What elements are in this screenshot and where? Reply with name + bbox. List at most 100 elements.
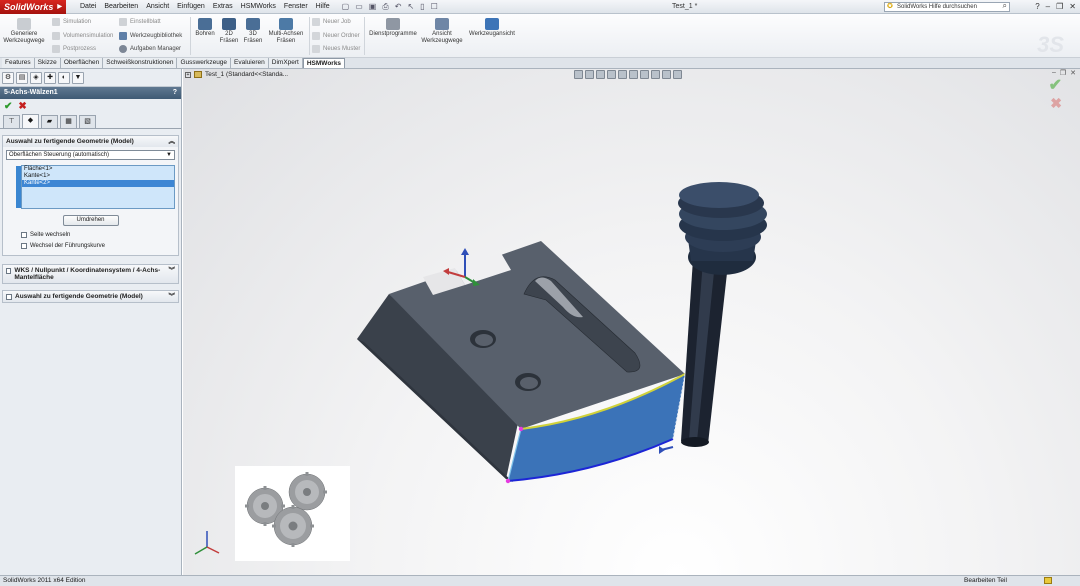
tab-evaluate[interactable]: Evaluieren [231, 58, 269, 68]
list-item[interactable]: Kante<1> [22, 173, 174, 180]
ok-check-icon[interactable]: ✔ [4, 101, 12, 112]
wcs-group-header[interactable]: WKS / Nullpunkt / Koordinatensystem / 4-… [3, 265, 178, 283]
milling-2d-button[interactable]: 2D Fräsen [218, 18, 240, 45]
feature-tree-icon[interactable]: ⚙ [2, 71, 14, 84]
drill-icon [198, 18, 212, 30]
expand-icon[interactable]: ︾ [169, 267, 176, 281]
milling-tool[interactable] [678, 182, 767, 447]
options-icon[interactable]: ☐ [431, 2, 438, 12]
tool-view-icon [485, 18, 499, 30]
checkbox[interactable] [21, 243, 27, 249]
simulation-label: Simulation [63, 19, 92, 25]
save-icon[interactable]: ▣ [369, 2, 377, 12]
tab-sketch[interactable]: Skizze [34, 58, 61, 68]
tool-tab-icon[interactable]: ⊤ [3, 115, 20, 128]
selection-listbox[interactable]: Fläche<1> Kante<1> Kante<2> [16, 165, 175, 209]
arrow-head-icon [659, 446, 665, 454]
menu-view[interactable]: Ansicht [142, 0, 173, 14]
tab-hsmworks[interactable]: HSMWorks [302, 58, 346, 68]
minimize-icon[interactable]: – [1046, 0, 1050, 14]
list-item[interactable]: Fläche<1> [22, 166, 174, 173]
passes-tab-icon[interactable]: ▦ [60, 115, 77, 128]
tool-view-button[interactable]: Werkzeugansicht [466, 18, 518, 38]
menu-tools[interactable]: Extras [209, 0, 237, 14]
workpiece-model[interactable] [357, 241, 686, 484]
expand-icon[interactable]: ︾ [169, 293, 176, 300]
configuration-manager-icon[interactable]: ◈ [30, 71, 42, 84]
property-manager-icon[interactable]: ▤ [16, 71, 28, 84]
geometry-tab-icon[interactable]: ◆ [22, 114, 39, 128]
new-folder-button[interactable]: Neuer Ordner [312, 32, 360, 40]
heights-tab-icon[interactable]: ▰ [41, 115, 58, 128]
undo-icon[interactable]: ↶ [395, 2, 402, 12]
select-icon[interactable]: ↖ [407, 2, 414, 12]
new-pattern-label: Neues Muster [323, 46, 361, 52]
menu-help[interactable]: Hilfe [312, 0, 334, 14]
linking-tab-icon[interactable]: ▧ [79, 115, 96, 128]
task-manager-button[interactable]: Aufgaben Manager [119, 45, 181, 53]
generate-toolpaths-button[interactable]: Generiere Werkzeugwege [2, 18, 46, 45]
help-search-input[interactable]: ✪ SolidWorks Hilfe durchsuchen ⌕ [884, 2, 1010, 12]
checkbox[interactable] [6, 268, 12, 274]
cancel-x-icon[interactable]: ✖ [18, 101, 26, 112]
display-manager-icon[interactable]: ◐ [58, 71, 70, 84]
hole-1-inner [475, 334, 493, 346]
tab-mold-tools[interactable]: Gusswerkzeuge [177, 58, 232, 68]
search-icon[interactable]: ⌕ [1003, 2, 1007, 10]
menu-hsmworks[interactable]: HSMWorks [237, 0, 280, 14]
reverse-button[interactable]: Umdrehen [62, 215, 119, 226]
close-icon[interactable]: ✕ [1069, 0, 1076, 14]
tool-library-icon [119, 32, 127, 40]
help-icon[interactable]: ? [173, 87, 177, 99]
postprocess-button[interactable]: Postprozess [52, 45, 96, 53]
drilling-button[interactable]: Bohren [194, 18, 216, 38]
ref-y-axis [194, 546, 208, 555]
geometry2-group-header[interactable]: Auswahl zu fertigende Geometrie (Model) … [3, 291, 178, 302]
utilities-button[interactable]: Dienstprogramme [367, 18, 419, 38]
surface-control-dropdown[interactable]: Oberflächen Steuerung (automatisch) ▼ [6, 150, 175, 160]
tab-weldments[interactable]: Schweißkonstruktionen [103, 58, 178, 68]
restore-icon[interactable]: ❐ [1056, 0, 1063, 14]
help-menu-icon[interactable]: ? [1035, 0, 1039, 14]
solidworks-logo[interactable]: SolidWorks ▶ [0, 0, 66, 14]
checkbox[interactable] [6, 294, 12, 300]
switch-guide-label: Wechsel der Führungskurve [30, 243, 105, 249]
geometry-group-header[interactable]: Auswahl zu fertigende Geometrie (Model) … [3, 136, 178, 147]
milling-3d-button[interactable]: 3D Fräsen [242, 18, 264, 45]
tab-surfaces[interactable]: Oberflächen [60, 58, 104, 68]
open-icon[interactable]: ▭ [355, 2, 363, 12]
setup-sheet-button[interactable]: Einstellblatt [119, 18, 161, 26]
rebuild-status-icon[interactable] [1044, 577, 1052, 584]
multi-axis-button[interactable]: Multi-Achsen Fräsen [266, 18, 306, 45]
tab-features[interactable]: Features [2, 58, 35, 68]
menu-edit[interactable]: Bearbeiten [100, 0, 142, 14]
graphics-area[interactable]: + Test_1 (Standard<<Standa... – ❐ ✕ ✔ ✖ [183, 69, 1080, 575]
print-icon[interactable]: ⎙ [382, 2, 388, 12]
volume-simulation-button[interactable]: Volumensimulation [52, 32, 113, 40]
dimxpert-icon[interactable]: ✚ [44, 71, 56, 84]
cam-tree-icon[interactable]: ▼ [72, 71, 84, 84]
switch-guide-checkbox[interactable]: Wechsel der Führungskurve [6, 243, 175, 249]
new-job-label: Neuer Job [323, 19, 351, 25]
view-toolpaths-button[interactable]: Ansicht Werkzeugwege [420, 18, 464, 45]
menu-file[interactable]: Datei [76, 0, 100, 14]
new-job-button[interactable]: Neuer Job [312, 18, 351, 26]
menu-window[interactable]: Fenster [280, 0, 312, 14]
new-folder-label: Neuer Ordner [323, 33, 360, 39]
menu-insert[interactable]: Einfügen [173, 0, 209, 14]
list-item-selected[interactable]: Kante<2> [22, 180, 174, 187]
rebuild-icon[interactable]: ▯ [420, 2, 424, 12]
milling-2d-icon [222, 18, 236, 30]
operation-title: 5-Achs-Wälzen1 [4, 89, 58, 96]
vertex-marker [505, 478, 511, 484]
collapse-icon[interactable]: ︽ [169, 136, 176, 147]
menu-bar: Datei Bearbeiten Ansicht Einfügen Extras… [76, 0, 334, 14]
tab-dimxpert[interactable]: DimXpert [268, 58, 303, 68]
simulation-button[interactable]: Simulation [52, 18, 91, 26]
new-document-icon[interactable]: ▢ [342, 2, 350, 12]
checkbox[interactable] [21, 232, 27, 238]
gear-icon [119, 45, 127, 53]
tool-library-button[interactable]: Werkzeugbibliothek [119, 32, 182, 40]
switch-side-checkbox[interactable]: Seite wechseln [6, 232, 175, 238]
new-pattern-button[interactable]: Neues Muster [312, 45, 360, 53]
